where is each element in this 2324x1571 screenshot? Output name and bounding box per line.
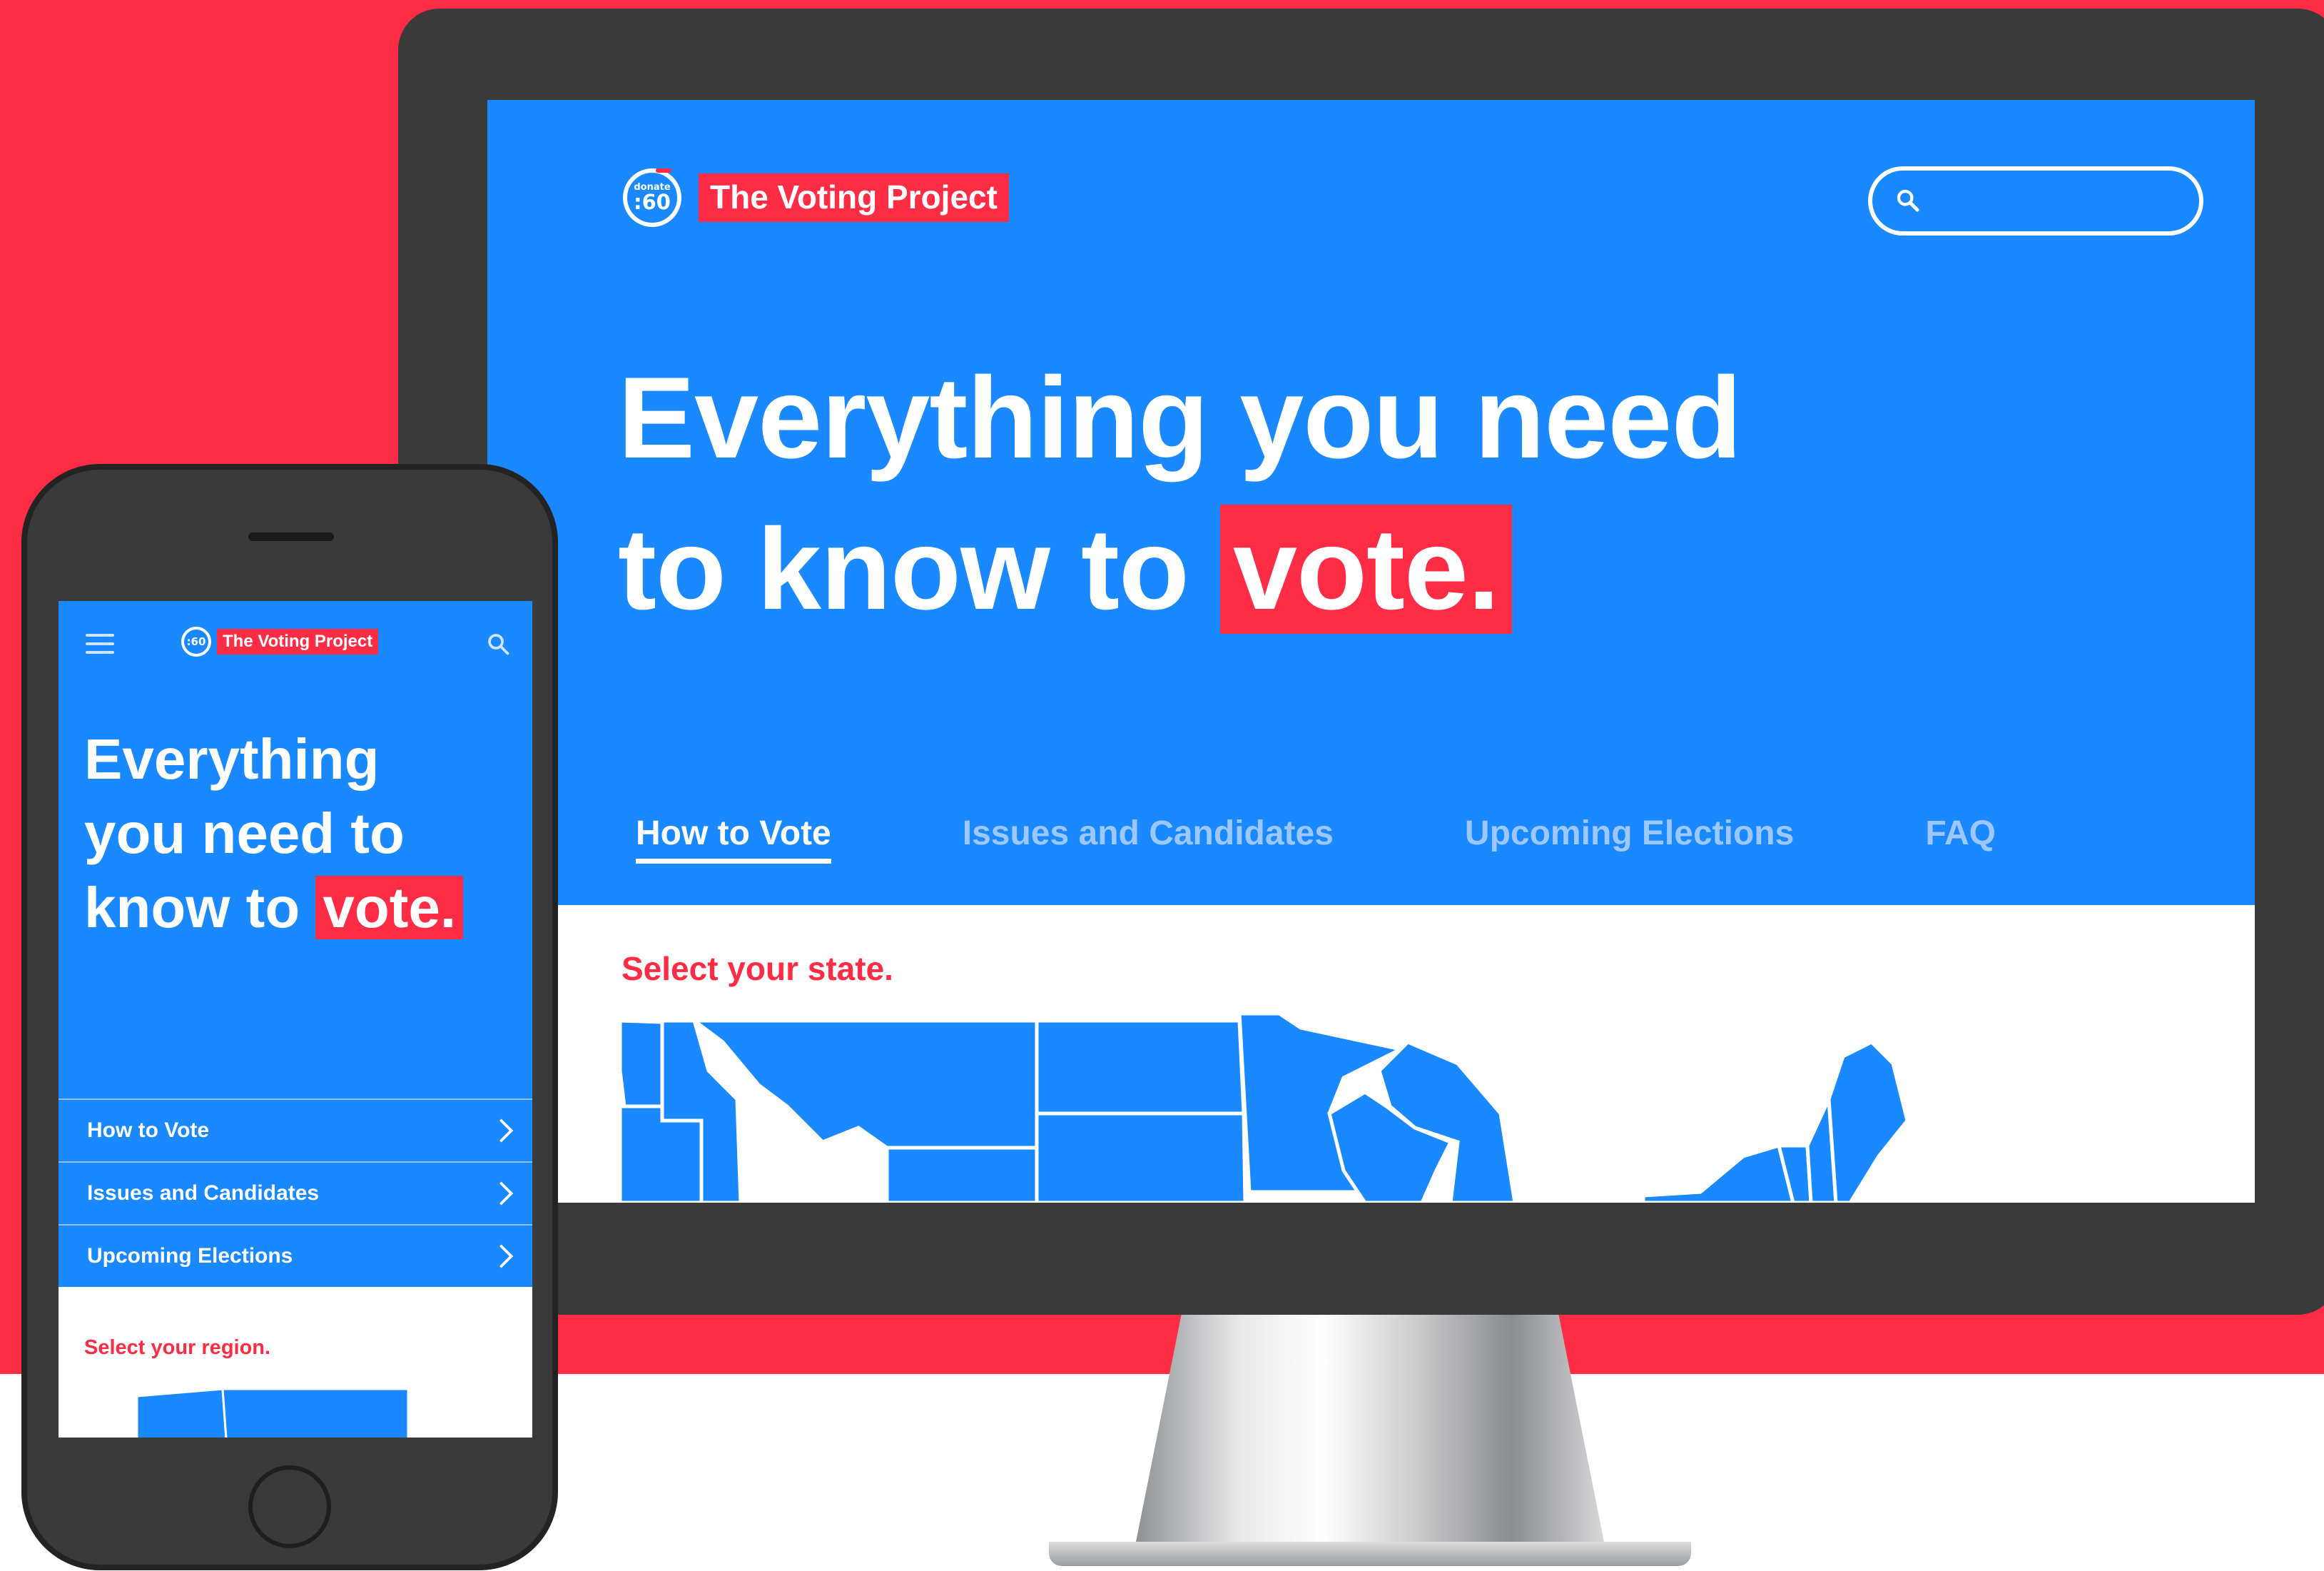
logo-icon: donate :60	[623, 168, 681, 227]
phone-home-button[interactable]	[248, 1465, 331, 1548]
region-west	[137, 1389, 228, 1438]
mobile-headline-line-2: you need to	[84, 802, 405, 865]
phone-frame: :60 The Voting Project Everything you ne…	[21, 464, 558, 1570]
mobile-nav-label: Issues and Candidates	[87, 1181, 320, 1205]
headline-line-1: Everything you need	[618, 353, 1742, 483]
mobile-logo-text: :60	[186, 635, 206, 648]
desktop-screen: donate :60 The Voting Project Everything…	[487, 100, 2255, 1203]
mobile-headline-line-1: Everything	[84, 727, 380, 791]
mobile-brand-name: The Voting Project	[217, 629, 379, 655]
mobile-nav-label: How to Vote	[87, 1118, 210, 1142]
brand-name: The Voting Project	[699, 173, 1009, 222]
desktop-logo[interactable]: donate :60 The Voting Project	[623, 168, 1009, 227]
state-new-york	[1641, 1143, 1795, 1203]
mobile-screen: :60 The Voting Project Everything you ne…	[59, 601, 532, 1438]
state-wyoming	[885, 1146, 1039, 1203]
mobile-headline-line-3-text: know to	[84, 876, 300, 939]
select-region-prompt: Select your region.	[84, 1336, 271, 1359]
headline-line-2: to know to vote.	[618, 494, 1741, 645]
state-north-dakota	[1035, 1019, 1246, 1116]
desktop-tabs: How to Vote Issues and Candidates Upcomi…	[636, 814, 2127, 864]
menu-icon[interactable]	[86, 634, 114, 655]
mobile-nav-how-to-vote[interactable]: How to Vote	[59, 1098, 532, 1161]
search-input[interactable]	[1934, 181, 2186, 222]
state-maine	[1827, 1039, 1909, 1203]
mobile-logo[interactable]: :60 The Voting Project	[181, 627, 379, 657]
mobile-headline: Everything you need to know to vote.	[84, 722, 464, 945]
phone-speaker	[248, 532, 334, 541]
monitor-stand-base	[1049, 1542, 1691, 1566]
tab-issues-and-candidates[interactable]: Issues and Candidates	[963, 814, 1334, 864]
chevron-right-icon	[499, 1244, 514, 1268]
mobile-nav-issues-and-candidates[interactable]: Issues and Candidates	[59, 1161, 532, 1224]
search-icon[interactable]	[485, 631, 511, 657]
tab-upcoming-elections[interactable]: Upcoming Elections	[1465, 814, 1794, 864]
mobile-hero: :60 The Voting Project Everything you ne…	[59, 601, 532, 1098]
mobile-headline-highlight: vote.	[315, 876, 464, 939]
desktop-hero: donate :60 The Voting Project Everything…	[487, 100, 2255, 905]
mobile-nav-upcoming-elections[interactable]: Upcoming Elections	[59, 1224, 532, 1287]
mobile-nav: How to Vote Issues and Candidates Upcomi…	[59, 1098, 532, 1287]
tab-faq[interactable]: FAQ	[1925, 814, 1996, 864]
monitor-stand-neck	[1135, 1313, 1605, 1549]
search-icon	[1897, 189, 1919, 212]
chevron-right-icon	[499, 1181, 514, 1206]
region-map[interactable]	[137, 1389, 408, 1438]
desktop-search-box[interactable]	[1868, 166, 2203, 236]
chevron-right-icon	[499, 1118, 514, 1143]
region-northwest	[221, 1389, 408, 1438]
state-south-dakota	[1035, 1111, 1247, 1203]
headline-highlight: vote.	[1219, 505, 1512, 634]
mobile-nav-label: Upcoming Elections	[87, 1244, 293, 1268]
mobile-headline-line-3: know to vote.	[84, 871, 464, 945]
select-state-prompt: Select your state.	[621, 950, 893, 987]
us-state-map[interactable]	[487, 1014, 2255, 1203]
state-montana	[689, 1019, 1039, 1150]
headline-line-2-text: to know to	[618, 505, 1189, 634]
desktop-headline: Everything you need to know to vote.	[618, 343, 1742, 645]
tab-how-to-vote[interactable]: How to Vote	[636, 814, 831, 864]
logo-icon: :60	[181, 627, 211, 657]
logo-large-text: :60	[634, 190, 671, 214]
